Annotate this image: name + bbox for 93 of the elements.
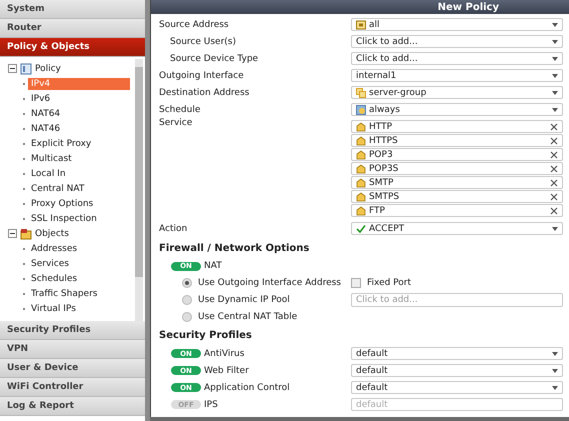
sidebar-section[interactable]: VPN	[0, 340, 145, 359]
radio-button[interactable]	[182, 294, 192, 304]
toggle-label: AntiVirus	[204, 348, 244, 358]
remove-icon[interactable]	[550, 178, 558, 186]
radio-button[interactable]	[182, 278, 192, 288]
dropdown-field[interactable]: default	[351, 347, 563, 360]
sidebar-section[interactable]: System	[0, 0, 145, 19]
caret-icon	[552, 352, 558, 356]
caret-icon	[552, 90, 558, 94]
checkbox-label: Fixed Port	[367, 278, 412, 288]
tree-item[interactable]: Addresses	[28, 242, 80, 254]
service-entry[interactable]: POP3S	[351, 162, 563, 175]
dropdown-field[interactable]: all	[351, 18, 563, 31]
caret-icon	[552, 40, 558, 44]
tree-item[interactable]: IPv6	[28, 92, 54, 104]
field-label: Service	[159, 118, 192, 128]
field-label: Source User(s)	[169, 36, 236, 46]
radio-label: Use Outgoing Interface Address	[198, 278, 341, 288]
dropdown-field[interactable]: ACCEPT	[351, 222, 563, 235]
section-title: Firewall / Network Options	[159, 243, 310, 256]
folder-icon	[20, 228, 32, 240]
dropdown-field[interactable]: always	[351, 103, 563, 116]
toggle-label: IPS	[204, 400, 218, 410]
tree-item[interactable]: Local In	[28, 168, 69, 180]
scrollbar[interactable]	[135, 59, 143, 321]
tree-item[interactable]: NAT46	[28, 122, 64, 134]
remove-icon[interactable]	[550, 136, 558, 144]
sidebar-section[interactable]: Policy & Objects	[0, 38, 145, 57]
dropdown-field[interactable]: server-group	[351, 86, 563, 99]
field-label: Destination Address	[159, 88, 250, 98]
tree-folder[interactable]: Objects	[35, 228, 70, 238]
service-entry[interactable]: SMTPS	[351, 190, 563, 203]
remove-icon[interactable]	[550, 206, 558, 214]
radio-button[interactable]	[182, 312, 192, 322]
schedule-icon	[356, 104, 366, 114]
toggle-label: Application Control	[204, 382, 290, 392]
splitter-handle[interactable]	[145, 0, 150, 421]
dropdown-field[interactable]: default	[351, 364, 563, 377]
caret-icon	[552, 74, 558, 78]
toggle-label: NAT	[204, 261, 222, 271]
tree-item[interactable]: Multicast	[28, 152, 75, 164]
caret-icon	[552, 386, 558, 390]
tree-item[interactable]: NAT64	[28, 108, 64, 120]
sidebar-section[interactable]: WiFi Controller	[0, 378, 145, 397]
tree-folder[interactable]: Policy	[35, 64, 61, 74]
radio-label: Use Dynamic IP Pool	[198, 294, 290, 304]
service-entry[interactable]: HTTPS	[351, 134, 563, 147]
document-icon	[20, 62, 32, 74]
service-entry[interactable]: SMTP	[351, 176, 563, 189]
caret-icon	[552, 368, 558, 372]
dropdown-field[interactable]: internal1	[351, 69, 563, 82]
caret-icon	[552, 226, 558, 230]
field-label: Schedule	[159, 104, 200, 114]
service-entry[interactable]: FTP	[351, 204, 563, 217]
radio-label: Use Central NAT Table	[198, 312, 298, 322]
tree-item[interactable]: Explicit Proxy	[28, 138, 94, 150]
field-label: Action	[159, 224, 188, 234]
remove-icon[interactable]	[550, 164, 558, 172]
checkbox[interactable]	[351, 278, 361, 288]
tree-item[interactable]: Proxy Options	[28, 198, 96, 210]
address-icon	[356, 20, 366, 30]
tree-item[interactable]: Schedules	[28, 272, 80, 284]
section-title: Security Profiles	[159, 330, 253, 343]
remove-icon[interactable]	[550, 150, 558, 158]
collapse-icon[interactable]	[8, 64, 17, 73]
sidebar-section[interactable]: Log & Report	[0, 397, 145, 416]
caret-icon	[552, 108, 558, 112]
service-entry[interactable]: POP3	[351, 148, 563, 161]
remove-icon[interactable]	[550, 122, 558, 130]
toggle-label: Web Filter	[204, 366, 249, 376]
dropdown-field[interactable]: Click to add...	[351, 52, 563, 65]
collapse-icon[interactable]	[8, 229, 17, 238]
caret-icon	[552, 22, 558, 26]
remove-icon[interactable]	[550, 192, 558, 200]
tree-item[interactable]: SSL Inspection	[28, 212, 100, 224]
sidebar-section[interactable]: User & Device	[0, 359, 145, 378]
tree-item[interactable]: Central NAT	[28, 182, 88, 194]
caret-icon	[552, 56, 558, 60]
dropdown-field[interactable]: Click to add...	[351, 35, 563, 48]
field-label: Outgoing Interface	[159, 70, 244, 80]
checkmark-icon	[356, 224, 366, 234]
field-label: Source Device Type	[169, 54, 258, 64]
field-label: Source Address	[159, 20, 229, 30]
sidebar-section[interactable]: Security Profiles	[0, 321, 145, 340]
address-group-icon	[356, 88, 366, 98]
tree-item[interactable]: Services	[28, 258, 72, 270]
tree-item[interactable]: Traffic Shapers	[28, 288, 100, 300]
service-entry[interactable]: HTTP	[351, 120, 563, 133]
panel-title: New Policy	[438, 2, 499, 12]
dropdown-field[interactable]: default	[351, 381, 563, 394]
tree-item[interactable]: Virtual IPs	[28, 302, 79, 314]
input-field[interactable]: Click to add...	[351, 292, 563, 306]
sidebar-section[interactable]: Router	[0, 19, 145, 38]
